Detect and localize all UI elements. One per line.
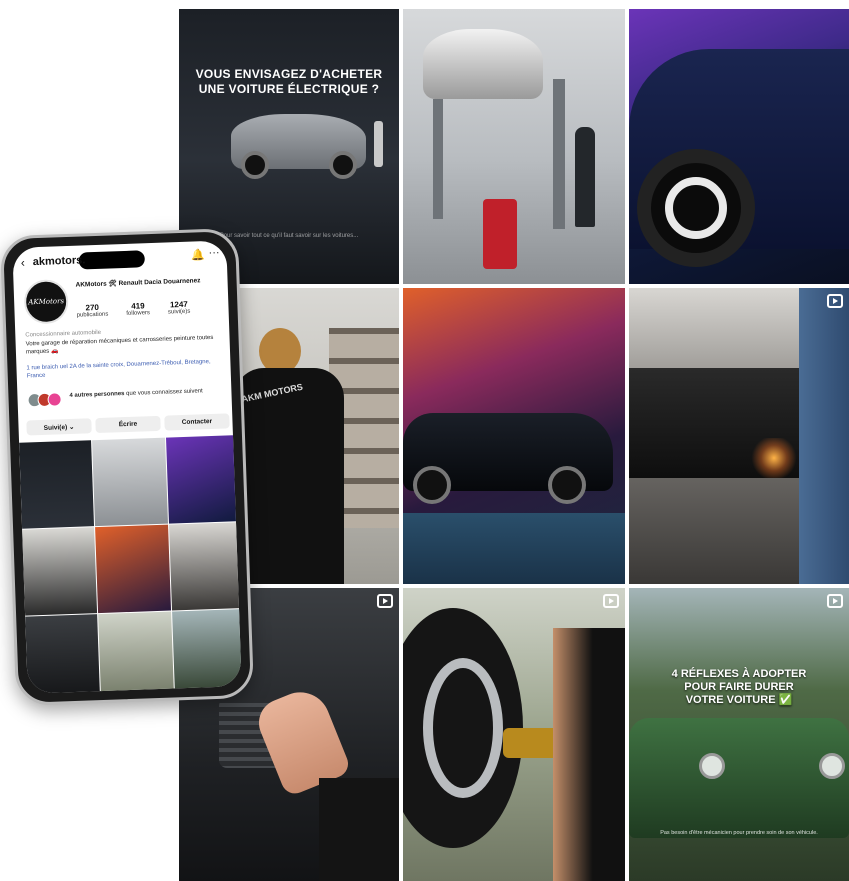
- wheel: [413, 466, 451, 504]
- back-arrow-icon[interactable]: ‹: [21, 255, 25, 269]
- rim: [423, 658, 503, 798]
- worker-arm: [799, 288, 849, 584]
- stat-followers[interactable]: 419 followers: [126, 301, 150, 317]
- floor: [403, 513, 625, 584]
- lift-post: [553, 79, 565, 229]
- arm: [319, 778, 399, 881]
- headlight: [819, 753, 845, 779]
- car-image: [629, 718, 849, 838]
- follower-avatar: [47, 392, 62, 407]
- contact-button[interactable]: Contacter: [164, 413, 230, 431]
- charging-station: [374, 121, 383, 167]
- wheel: [241, 151, 269, 179]
- avatar-logo-text: AKMotors: [28, 297, 65, 307]
- profile-display-name: AKMotors 🛠 Renault Dacia Douarnenez: [75, 277, 201, 289]
- wheel: [329, 151, 357, 179]
- post-black-mini[interactable]: [403, 288, 625, 584]
- stat-label: suivi(e)s: [167, 308, 191, 316]
- message-button[interactable]: Écrire: [95, 415, 161, 434]
- rim: [665, 177, 727, 239]
- reel-icon: [603, 594, 619, 608]
- reel-icon: [377, 594, 393, 608]
- profile-stats: 270 publications 419 followers 1247 suiv…: [76, 298, 226, 319]
- stat-publications[interactable]: 270 publications: [76, 303, 109, 319]
- mini-post[interactable]: [169, 522, 242, 611]
- reel-icon: [827, 294, 843, 308]
- profile-topbar: ‹ akmotors. 🔔 ···: [12, 246, 227, 273]
- lift-post: [433, 99, 443, 219]
- wheel: [548, 466, 586, 504]
- sparks: [749, 438, 799, 478]
- red-equipment: [483, 199, 517, 269]
- stat-label: publications: [76, 311, 109, 319]
- mini-post[interactable]: [92, 437, 169, 527]
- post-caption: Pas besoin d'être mécanicien pour prendr…: [660, 830, 818, 836]
- post-car-on-lift[interactable]: [403, 9, 625, 284]
- reel-icon: [827, 594, 843, 608]
- post-title: VOUS ENVISAGEZ D'ACHETER UNE VOITURE ÉLE…: [195, 67, 383, 96]
- phone-mockup: ‹ akmotors. 🔔 ··· AKMotors AKMotors 🛠 Re…: [0, 227, 255, 707]
- post-wheel-drill[interactable]: [403, 588, 625, 881]
- profile-actions: Suivi(e) ⌄ Écrire Contacter: [26, 413, 230, 436]
- headlight: [699, 753, 725, 779]
- mechanic: [575, 127, 595, 227]
- mutual-followers-text: 4 autres personnes que vous connaissez s…: [69, 388, 203, 399]
- profile-category: Concessionnaire automobile: [25, 329, 102, 339]
- avatar[interactable]: AKMotors: [23, 278, 69, 325]
- mini-post[interactable]: [165, 435, 242, 524]
- mini-post[interactable]: [172, 608, 242, 694]
- mini-post[interactable]: [25, 614, 101, 694]
- phone-screen: ‹ akmotors. 🔔 ··· AKMotors AKMotors 🛠 Re…: [12, 240, 242, 694]
- bell-icon[interactable]: 🔔: [191, 248, 205, 261]
- profile-username: akmotors.: [32, 254, 86, 269]
- mini-post[interactable]: [98, 611, 175, 694]
- mechanic-arm: [553, 628, 625, 881]
- post-bodywork-sparks[interactable]: [629, 288, 849, 584]
- mutual-followers[interactable]: 4 autres personnes que vous connaissez s…: [27, 384, 228, 411]
- following-button[interactable]: Suivi(e) ⌄: [26, 418, 92, 436]
- instagram-post-grid: VOUS ENVISAGEZ D'ACHETER UNE VOITURE ÉLE…: [179, 9, 849, 881]
- car-image: [423, 29, 543, 99]
- profile-posts-grid: [19, 435, 242, 694]
- stat-label: followers: [126, 310, 151, 317]
- mini-post[interactable]: [22, 527, 98, 616]
- mini-post[interactable]: [95, 524, 172, 614]
- post-title: 4 RÉFLEXES À ADOPTER POUR FAIRE DURER VO…: [671, 668, 807, 706]
- more-icon[interactable]: ···: [208, 247, 219, 259]
- mini-post[interactable]: [19, 440, 95, 529]
- post-green-renault[interactable]: 4 RÉFLEXES À ADOPTER POUR FAIRE DURER VO…: [629, 588, 849, 881]
- stat-following[interactable]: 1247 suivi(e)s: [168, 300, 191, 316]
- profile-address-link[interactable]: 1 rue braich uel 2A de la sainte croix, …: [26, 358, 216, 381]
- post-blue-car-wheel[interactable]: [629, 9, 849, 284]
